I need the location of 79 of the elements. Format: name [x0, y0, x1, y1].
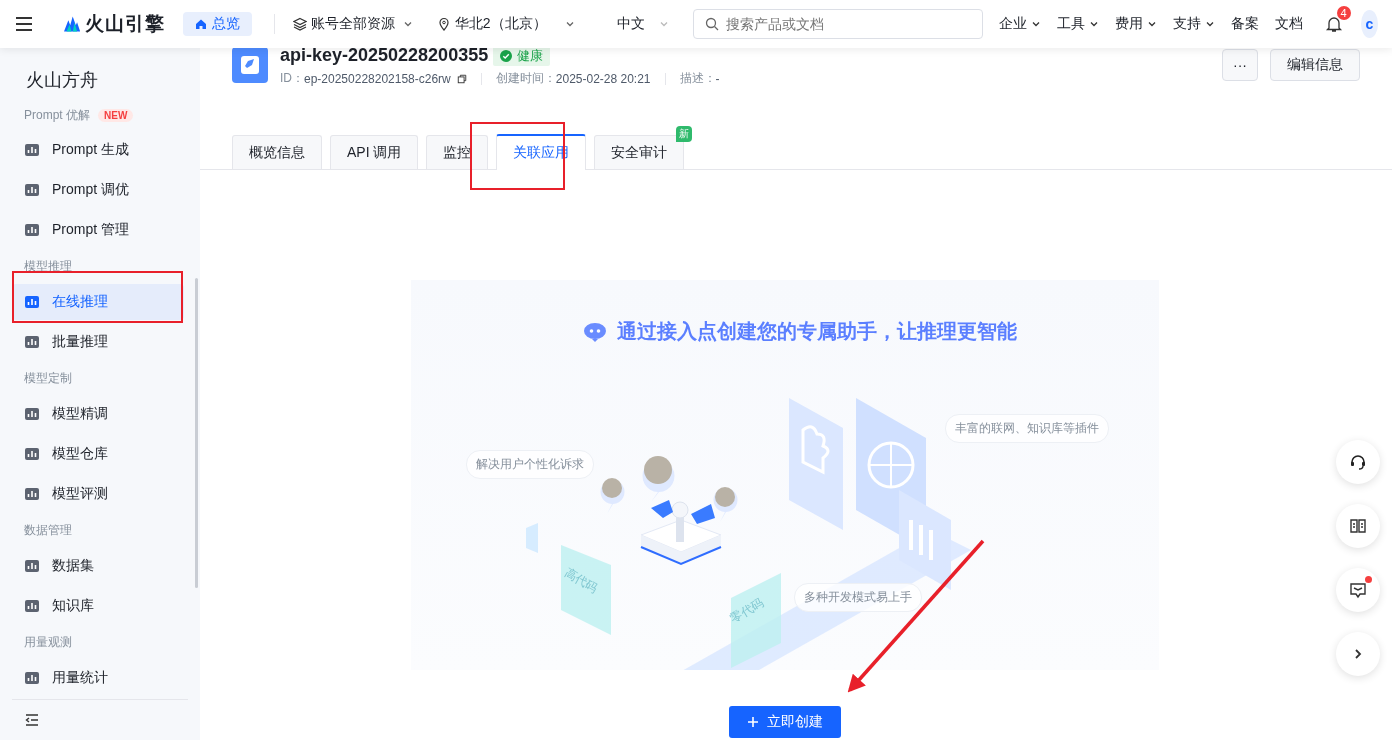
check-circle-icon [500, 49, 513, 62]
meta-label: ID： [280, 70, 304, 87]
sidebar-item[interactable]: 模型仓库 [12, 436, 184, 472]
new-badge: NEW [98, 108, 134, 122]
notification-count: 4 [1336, 6, 1351, 20]
tab[interactable]: API 调用 [330, 135, 419, 169]
more-button[interactable]: ··· [1222, 49, 1258, 81]
account-scope-dropdown[interactable]: 账号全部资源 [292, 15, 413, 33]
tab[interactable]: 概览信息 [232, 135, 322, 169]
section-heading: 用量观测 [24, 633, 72, 651]
new-badge: 新 [676, 126, 693, 142]
collapse-sidebar-icon[interactable] [24, 712, 40, 728]
nav-link[interactable]: 备案 [1230, 15, 1259, 33]
section-heading: 数据管理 [24, 521, 72, 539]
caret-icon [564, 19, 575, 29]
section-heading: Prompt 优解 [24, 106, 90, 124]
unread-dot [1365, 576, 1372, 583]
layers-icon [292, 17, 307, 31]
chevron-right-icon [1352, 648, 1364, 660]
feature-label: 多种开发模式易上手 [794, 583, 922, 612]
code-card-label: 高代码 [561, 564, 601, 597]
home-icon [195, 18, 208, 30]
caret-icon [1204, 19, 1215, 29]
sidebar-item[interactable]: Prompt 调优 [12, 172, 184, 208]
headline: 通过接入点创建您的专属助手，让推理更智能 [617, 319, 1017, 344]
caret-icon [1146, 19, 1157, 29]
sidebar-item[interactable]: 模型评测 [12, 476, 184, 512]
tab[interactable]: 监控 [426, 135, 489, 169]
meta-label: 描述： [679, 70, 716, 87]
section-heading: 模型定制 [24, 369, 72, 387]
sidebar-title: 火山方舟 [25, 69, 99, 92]
overview-button[interactable]: 总览 [183, 12, 253, 36]
robot-icon [583, 321, 607, 342]
headset-icon [1349, 453, 1367, 471]
search-field[interactable]: 搜索产品或文档 [692, 9, 983, 39]
sidebar-item[interactable]: 批量推理 [12, 324, 184, 360]
caret-icon [1088, 19, 1099, 29]
feature-label: 解决用户个性化诉求 [466, 450, 594, 479]
user-avatar[interactable]: c [1360, 10, 1378, 38]
nav-dropdown[interactable]: 费用 [1114, 15, 1157, 33]
caret-icon [658, 19, 669, 29]
support-button[interactable] [1336, 440, 1380, 484]
bar-chart-icon [24, 558, 40, 574]
section-heading: 模型推理 [24, 257, 72, 275]
brand-name: 火山引擎 [85, 12, 166, 36]
book-icon [1349, 517, 1367, 535]
nav-link[interactable]: 文档 [1274, 15, 1303, 33]
sidebar-item[interactable]: 数据集 [12, 548, 184, 584]
nav-dropdown[interactable]: 企业 [998, 15, 1041, 33]
sidebar-item[interactable]: Prompt 生成 [12, 132, 184, 168]
location-pin-icon [436, 17, 451, 31]
create-button[interactable]: 立即创建 [729, 706, 841, 738]
nav-dropdown[interactable]: 支持 [1172, 15, 1215, 33]
sidebar-item[interactable]: Prompt 管理 [12, 212, 184, 248]
sidebar-item[interactable]: 在线推理 [12, 284, 184, 320]
feedback-button[interactable] [1336, 568, 1380, 612]
region-dropdown[interactable]: 华北2（北京） [436, 15, 575, 33]
language-dropdown[interactable]: 中文 [616, 15, 669, 33]
copy-icon[interactable] [456, 73, 467, 84]
menu-icon[interactable] [15, 15, 33, 33]
endpoint-name: api-key-20250228200355 [280, 45, 489, 66]
nav-dropdown[interactable]: 工具 [1056, 15, 1099, 33]
search-icon [704, 17, 719, 31]
feature-label: 丰富的联网、知识库等插件 [945, 414, 1109, 443]
code-card-label: 零代码 [727, 594, 767, 627]
plus-icon [747, 716, 759, 728]
edit-button[interactable]: 编辑信息 [1270, 49, 1360, 81]
meta-value: - [715, 71, 720, 86]
sidebar-item[interactable]: 知识库 [12, 588, 184, 624]
sidebar-item[interactable]: 模型精调 [12, 396, 184, 432]
caret-icon [1030, 19, 1041, 29]
bell-icon[interactable] [1324, 15, 1343, 33]
bar-chart-icon [24, 294, 40, 310]
meta-label: 创建时间： [495, 70, 556, 87]
sidebar-item[interactable]: 用量统计 [12, 660, 184, 696]
caret-icon [402, 19, 413, 29]
meta-value: 2025-02-28 20:21 [555, 71, 651, 86]
docs-button[interactable] [1336, 504, 1380, 548]
meta-value: ep-20250228202158-c26rw [304, 71, 451, 86]
